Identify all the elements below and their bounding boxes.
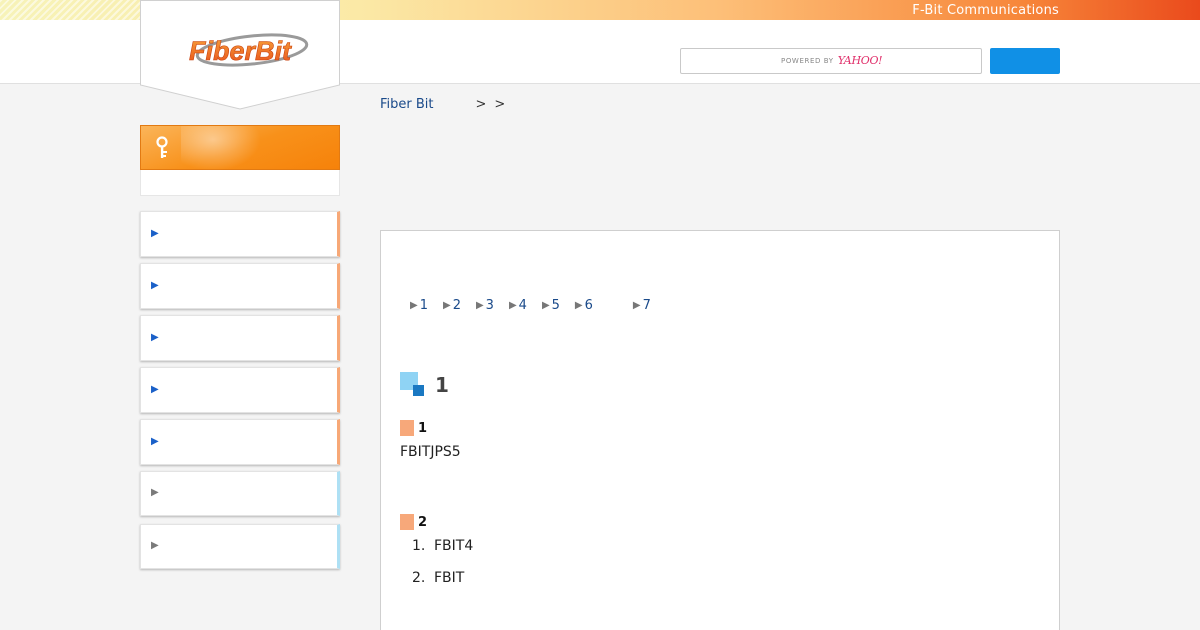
main-content: ▶ 1 ▶ 2 ▶ 3 ▶ 4 ▶ 5 ▶ 6 ▶ 7 1 1 FBITJPS5 2 1. F…	[380, 230, 1060, 630]
section-title: 1	[435, 372, 449, 397]
sidebar-item-2[interactable]: ▶	[140, 263, 340, 309]
triangle-icon: ▶	[508, 300, 517, 311]
anchor-link-5[interactable]: ▶ 5	[542, 298, 560, 313]
arrow-right-icon: ▶	[151, 332, 159, 343]
login-panel[interactable]	[140, 125, 340, 171]
triangle-icon: ▶	[442, 300, 451, 311]
triangle-icon: ▶	[632, 300, 641, 311]
section-heading: 1	[400, 372, 449, 397]
yahoo-logo-icon: YAHOO!	[837, 54, 883, 67]
anchor-link-3[interactable]: ▶ 3	[476, 298, 494, 313]
triangle-icon: ▶	[541, 300, 550, 311]
arrow-right-icon: ▶	[151, 384, 159, 395]
sidebar-item-7[interactable]: ▶	[140, 524, 340, 569]
company-name: F-Bit Communications	[912, 3, 1059, 18]
anchor-link-7[interactable]: ▶ 7	[633, 298, 651, 313]
list-item: 2. FBIT	[412, 570, 465, 586]
logo-badge[interactable]: FiberBit	[140, 0, 340, 110]
square-bullet-icon	[400, 420, 414, 436]
subsection-text: FBITJPS5	[400, 444, 461, 460]
sidebar-item-6[interactable]: ▶	[140, 471, 340, 516]
login-subpanel[interactable]	[140, 170, 340, 196]
yahoo-badge: POWERED BY YAHOO!	[781, 54, 883, 67]
triangle-icon: ▶	[410, 300, 418, 311]
anchor-link-6[interactable]: ▶ 6	[575, 298, 593, 313]
triangle-icon: ▶	[574, 300, 583, 311]
anchor-nav: ▶ 1 ▶ 2 ▶ 3 ▶ 4 ▶ 5 ▶ 6 ▶ 7	[410, 298, 666, 313]
anchor-link-1[interactable]: ▶ 1	[410, 298, 428, 313]
arrow-right-icon: ▶	[151, 436, 159, 447]
arrow-right-icon: ▶	[151, 487, 159, 498]
breadcrumb: Fiber Bit > >	[380, 97, 505, 112]
squares-icon	[400, 372, 425, 397]
subsection-heading-1: 1	[400, 420, 427, 436]
fiberbit-logo-icon: FiberBit	[140, 0, 340, 110]
sidebar-item-1[interactable]: ▶	[140, 211, 340, 257]
search-input[interactable]: POWERED BY YAHOO!	[680, 48, 982, 74]
search-button[interactable]	[990, 48, 1060, 74]
arrow-right-icon: ▶	[151, 228, 159, 239]
powered-by-label: POWERED BY	[781, 56, 834, 65]
sidebar-item-5[interactable]: ▶	[140, 419, 340, 465]
key-icon	[156, 136, 168, 158]
list-item: 1. FBIT4	[412, 538, 474, 554]
breadcrumb-separator: >	[475, 97, 487, 112]
triangle-icon: ▶	[475, 300, 484, 311]
sidebar-item-3[interactable]: ▶	[140, 315, 340, 361]
sidebar-item-4[interactable]: ▶	[140, 367, 340, 413]
breadcrumb-separator: >	[494, 97, 506, 112]
subsection-heading-2: 2	[400, 514, 427, 530]
square-bullet-icon	[400, 514, 414, 530]
arrow-right-icon: ▶	[151, 540, 159, 551]
anchor-link-4[interactable]: ▶ 4	[509, 298, 527, 313]
breadcrumb-home-link[interactable]: Fiber Bit	[380, 97, 434, 112]
svg-text:FiberBit: FiberBit	[189, 36, 292, 66]
arrow-right-icon: ▶	[151, 280, 159, 291]
anchor-link-2[interactable]: ▶ 2	[443, 298, 461, 313]
